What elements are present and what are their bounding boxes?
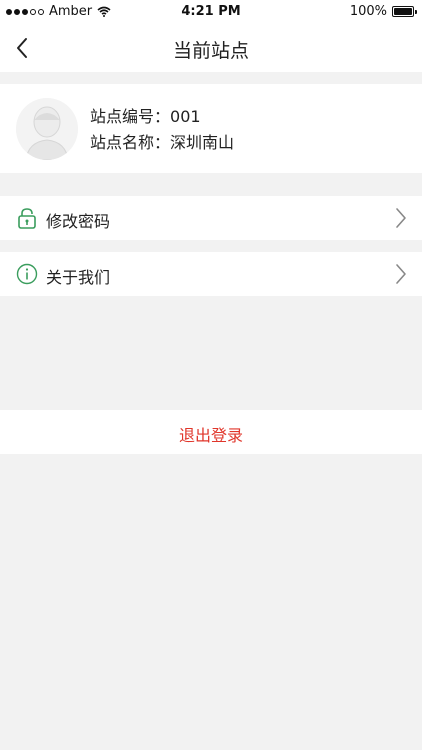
about-us-label: 关于我们 bbox=[46, 268, 111, 287]
station-name-value: 深圳南山 bbox=[170, 133, 235, 152]
station-name-line: 站点名称： 深圳南山 bbox=[90, 130, 234, 156]
battery-icon bbox=[392, 6, 417, 17]
station-name-label: 站点名称： bbox=[90, 133, 171, 152]
station-number-line: 站点编号： 001 bbox=[90, 104, 234, 130]
change-password-label: 修改密码 bbox=[46, 212, 111, 231]
status-bar: Amber 4:21 PM 100% bbox=[0, 0, 422, 24]
info-icon bbox=[16, 263, 38, 285]
lock-icon bbox=[18, 208, 36, 229]
user-placeholder-icon bbox=[16, 98, 78, 160]
logout-button[interactable]: 退出登录 bbox=[0, 410, 422, 454]
about-us-row[interactable]: 关于我们 bbox=[0, 252, 422, 296]
logout-label: 退出登录 bbox=[178, 426, 243, 445]
screen: Amber 4:21 PM 100% 当前站点 站点编号： 001 站点名称： … bbox=[0, 0, 422, 750]
station-info: 站点编号： 001 站点名称： 深圳南山 bbox=[90, 104, 234, 156]
chevron-right-icon bbox=[396, 264, 406, 284]
chevron-right-icon bbox=[396, 208, 406, 228]
page-title: 当前站点 bbox=[172, 40, 249, 62]
station-number-value: 001 bbox=[170, 107, 201, 126]
station-number-label: 站点编号： bbox=[90, 107, 171, 126]
nav-bar: 当前站点 bbox=[0, 24, 422, 72]
station-card: 站点编号： 001 站点名称： 深圳南山 bbox=[0, 84, 422, 173]
status-right: 100% bbox=[349, 4, 417, 19]
battery-percent: 100% bbox=[349, 4, 387, 19]
change-password-row[interactable]: 修改密码 bbox=[0, 196, 422, 240]
avatar bbox=[16, 98, 78, 160]
